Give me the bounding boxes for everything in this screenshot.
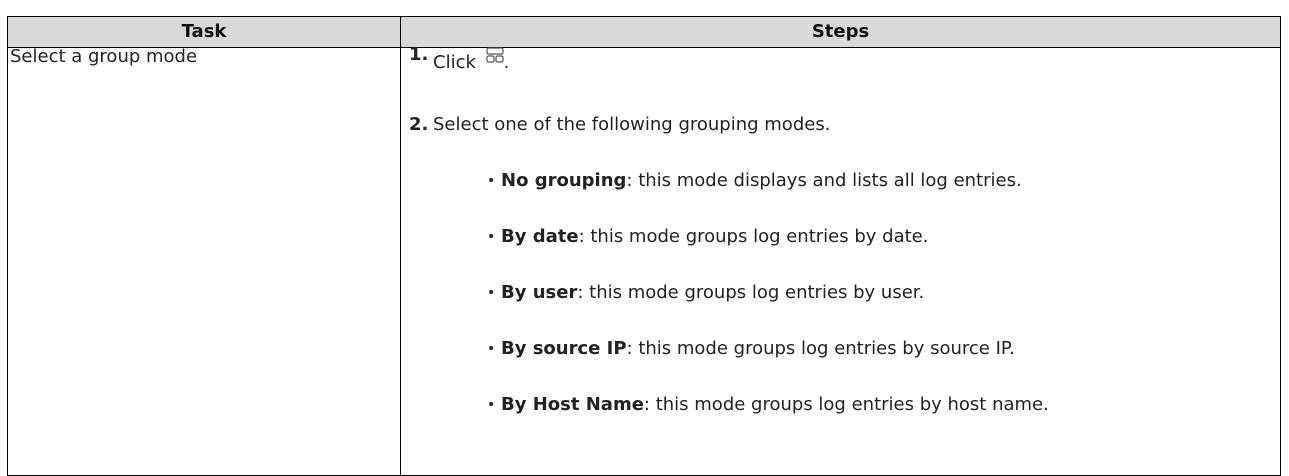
task-cell: Select a group mode bbox=[10, 46, 198, 67]
step-text-after: . bbox=[503, 52, 510, 73]
header-steps: Steps bbox=[811, 21, 870, 42]
bullet-item: • By date: this mode groups log entries b… bbox=[487, 226, 928, 247]
step-number: 2. bbox=[409, 114, 429, 135]
header-task: Task bbox=[181, 21, 227, 42]
step-text-before: Click bbox=[433, 52, 476, 73]
bullet-desc: : this mode groups log entries by host n… bbox=[643, 394, 1049, 415]
bullet-desc: : this mode groups log entries by source… bbox=[626, 338, 1015, 359]
bullet-item: • By user: this mode groups log entries b… bbox=[487, 282, 924, 303]
bullet-dot: • bbox=[487, 397, 496, 413]
bullet-desc: : this mode groups log entries by date. bbox=[578, 226, 929, 247]
bullet-term: By Host Name bbox=[501, 394, 644, 415]
bullet-dot: • bbox=[487, 229, 496, 245]
bullet-dot: • bbox=[487, 173, 496, 189]
bullet-item: • No grouping: this mode displays and lis… bbox=[487, 170, 1022, 191]
bullet-dot: • bbox=[487, 341, 496, 357]
column-divider bbox=[400, 17, 401, 475]
grid-icon bbox=[486, 46, 504, 68]
table-header-row: Task Steps bbox=[8, 17, 1280, 48]
step-1: 1. Click . bbox=[409, 44, 510, 73]
bullet-term: By date bbox=[501, 226, 579, 247]
bullet-term: By source IP bbox=[501, 338, 627, 359]
bullet-desc: : this mode groups log entries by user. bbox=[577, 282, 925, 303]
step-number: 1. bbox=[409, 44, 429, 65]
bullet-term: By user bbox=[501, 282, 578, 303]
bullet-item: • By source IP: this mode groups log entr… bbox=[487, 338, 1015, 359]
step-text: Select one of the following grouping mod… bbox=[433, 114, 831, 135]
bullet-dot: • bbox=[487, 285, 496, 301]
bullet-desc: : this mode displays and lists all log e… bbox=[626, 170, 1022, 191]
step-2: 2. Select one of the following grouping m… bbox=[409, 114, 830, 135]
step-text: Click . bbox=[433, 46, 510, 73]
bullet-item: • By Host Name: this mode groups log entr… bbox=[487, 394, 1049, 415]
bullet-term: No grouping bbox=[501, 170, 627, 191]
